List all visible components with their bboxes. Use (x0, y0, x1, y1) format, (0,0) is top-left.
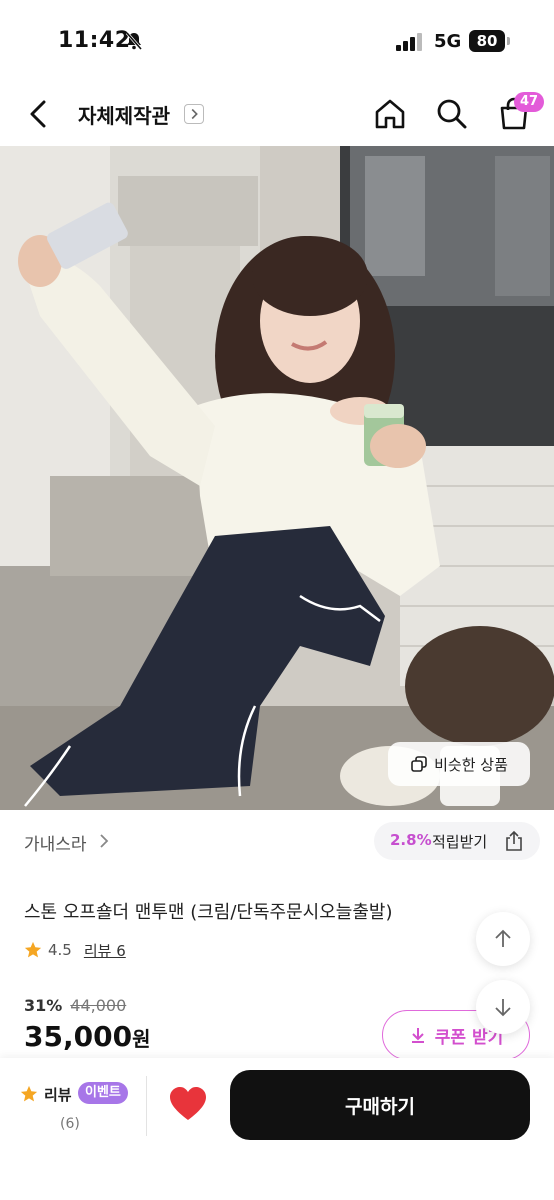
discount-row: 31% 44,000 (24, 996, 126, 1015)
points-label: 적립받기 (432, 833, 488, 851)
status-time: 11:42 (58, 28, 131, 53)
price-unit: 원 (132, 1027, 151, 1051)
review-tab-label: 리뷰 (44, 1086, 72, 1104)
similar-products-label: 비슷한 상품 (434, 755, 508, 774)
copy-icon (411, 756, 427, 772)
review-count: (6) (60, 1116, 80, 1132)
page-title[interactable]: 자체제작관 (78, 100, 170, 129)
battery-icon: 80 (469, 30, 505, 52)
similar-products-button[interactable]: 비슷한 상품 (388, 742, 530, 786)
download-icon (411, 1028, 424, 1043)
divider (146, 1076, 147, 1136)
chevron-right-icon[interactable] (184, 104, 204, 124)
sale-price: 35,000원 (24, 1020, 150, 1053)
price-value: 35,000 (24, 1020, 133, 1053)
header: 자체제작관 47 (0, 80, 554, 146)
heart-icon[interactable] (166, 1082, 210, 1126)
search-icon[interactable] (434, 96, 470, 132)
arrow-up-icon (495, 929, 511, 947)
network-type: 5G (434, 31, 462, 52)
scroll-down-button[interactable] (476, 980, 530, 1034)
product-image[interactable] (0, 146, 554, 810)
back-arrow-icon[interactable] (24, 94, 54, 134)
status-bar: 11:42 5G 80 (0, 0, 554, 80)
event-badge: 이벤트 (78, 1082, 128, 1104)
bell-off-icon (125, 32, 143, 50)
star-icon (20, 1085, 38, 1102)
product-name: 스톤 오프숄더 맨투맨 (크림/단독주문시오늘출발) (24, 902, 393, 923)
brand-row: 가내스라 2.8% 적립받기 (0, 810, 554, 870)
review-tab[interactable]: 리뷰 이벤트 (6) (20, 1082, 140, 1142)
star-icon (24, 941, 42, 958)
brand-name-link[interactable]: 가내스라 (24, 830, 87, 855)
points-percent: 2.8% (390, 831, 432, 849)
scroll-up-button[interactable] (476, 912, 530, 966)
rating-value: 4.5 (48, 941, 72, 959)
chevron-right-icon (100, 834, 109, 848)
share-icon[interactable] (502, 829, 526, 853)
rating-row: 4.5 리뷰 6 (24, 938, 126, 962)
signal-icon (396, 33, 422, 51)
review-count-link[interactable]: 리뷰 6 (84, 940, 126, 961)
arrow-down-icon (495, 999, 511, 1017)
bottom-action-bar: 리뷰 이벤트 (6) 구매하기 (0, 1058, 554, 1200)
cart-count-badge: 47 (514, 92, 545, 112)
battery-tip (507, 37, 510, 45)
original-price: 44,000 (70, 996, 127, 1015)
product-photo-illustration (0, 146, 554, 810)
buy-button[interactable]: 구매하기 (230, 1070, 530, 1140)
home-icon[interactable] (372, 96, 408, 132)
discount-percent: 31% (24, 996, 63, 1015)
points-pill[interactable]: 2.8% 적립받기 (374, 822, 540, 860)
